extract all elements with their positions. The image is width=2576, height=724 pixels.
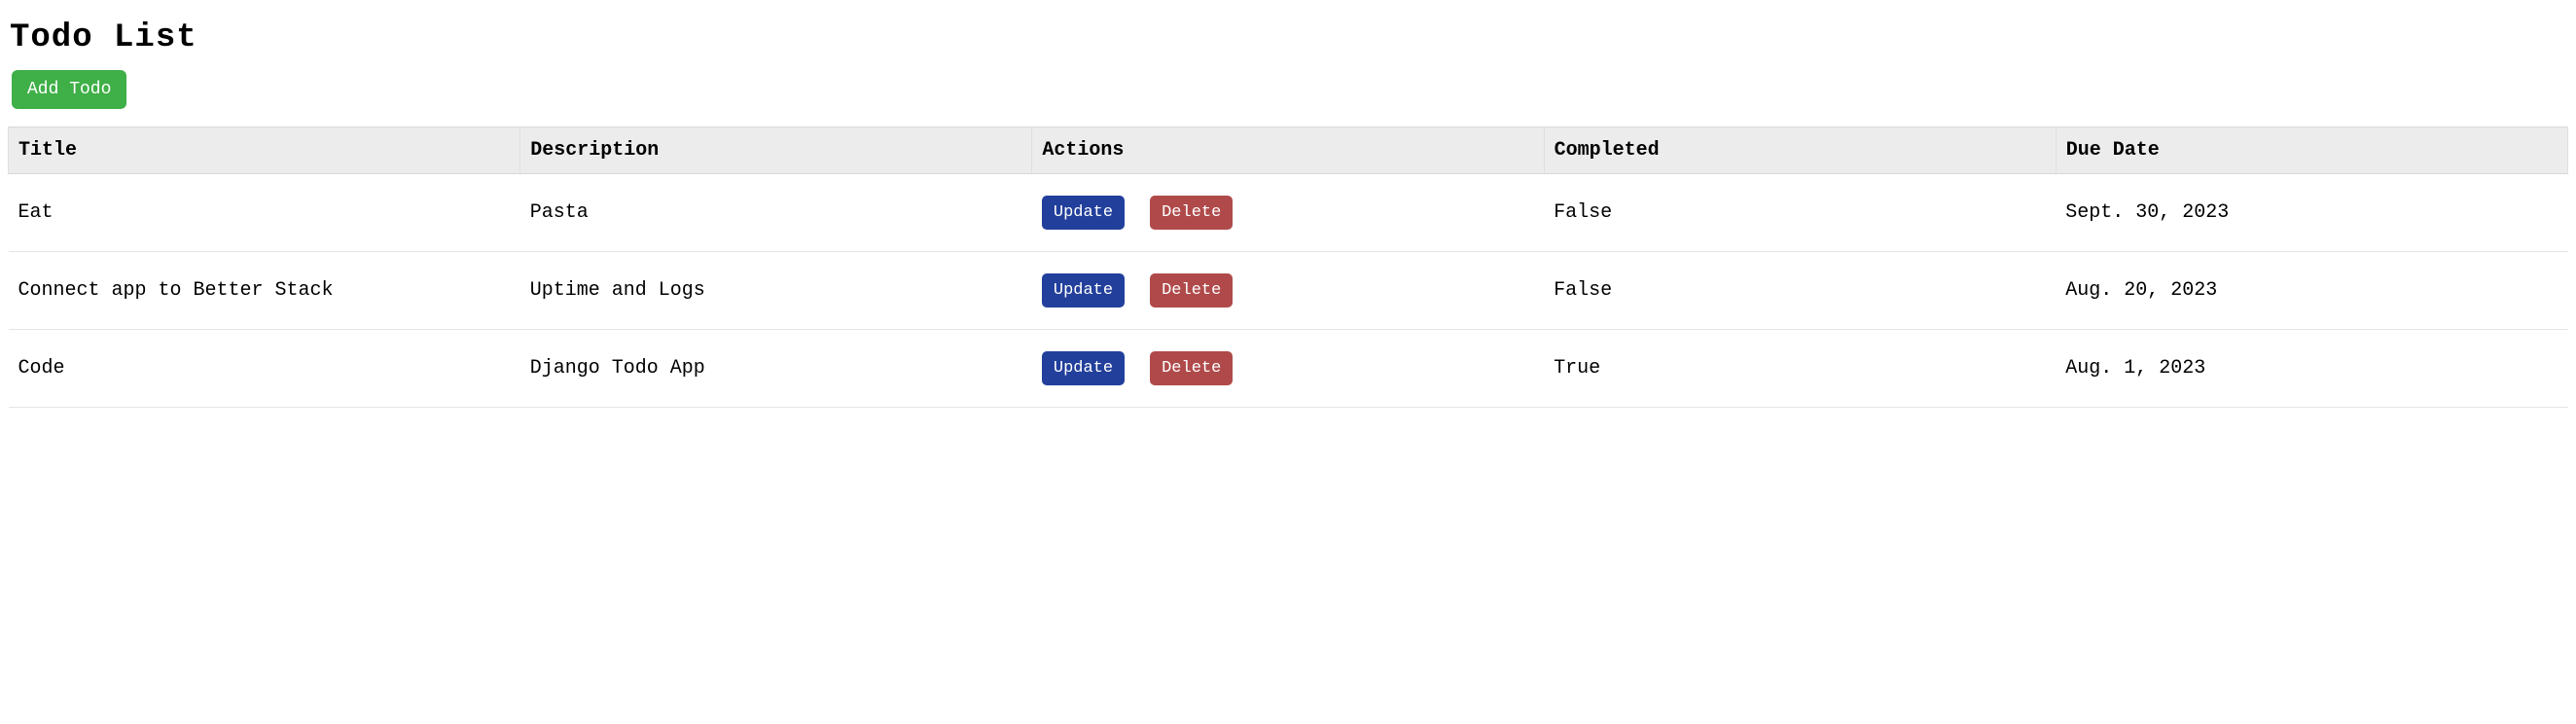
update-button[interactable]: Update [1042,196,1125,230]
cell-completed: True [1544,330,2056,408]
header-due-date: Due Date [2056,127,2567,174]
cell-completed: False [1544,174,2056,252]
cell-description: Pasta [520,174,1032,252]
table-row: Code Django Todo App Update Delete True … [9,330,2568,408]
cell-actions: Update Delete [1032,252,1544,330]
update-button[interactable]: Update [1042,273,1125,308]
cell-title: Code [9,330,520,408]
cell-description: Django Todo App [520,330,1032,408]
add-todo-button[interactable]: Add Todo [12,70,126,109]
todo-table: Title Description Actions Completed Due … [8,127,2568,408]
cell-completed: False [1544,252,2056,330]
table-row: Connect app to Better Stack Uptime and L… [9,252,2568,330]
page-title: Todo List [8,0,2568,70]
cell-actions: Update Delete [1032,174,1544,252]
delete-button[interactable]: Delete [1150,351,1233,385]
header-completed: Completed [1544,127,2056,174]
cell-description: Uptime and Logs [520,252,1032,330]
cell-title: Connect app to Better Stack [9,252,520,330]
cell-due-date: Sept. 30, 2023 [2056,174,2567,252]
cell-title: Eat [9,174,520,252]
header-actions: Actions [1032,127,1544,174]
delete-button[interactable]: Delete [1150,273,1233,308]
cell-actions: Update Delete [1032,330,1544,408]
table-header-row: Title Description Actions Completed Due … [9,127,2568,174]
header-title: Title [9,127,520,174]
cell-due-date: Aug. 1, 2023 [2056,330,2567,408]
delete-button[interactable]: Delete [1150,196,1233,230]
header-description: Description [520,127,1032,174]
update-button[interactable]: Update [1042,351,1125,385]
table-row: Eat Pasta Update Delete False Sept. 30, … [9,174,2568,252]
cell-due-date: Aug. 20, 2023 [2056,252,2567,330]
